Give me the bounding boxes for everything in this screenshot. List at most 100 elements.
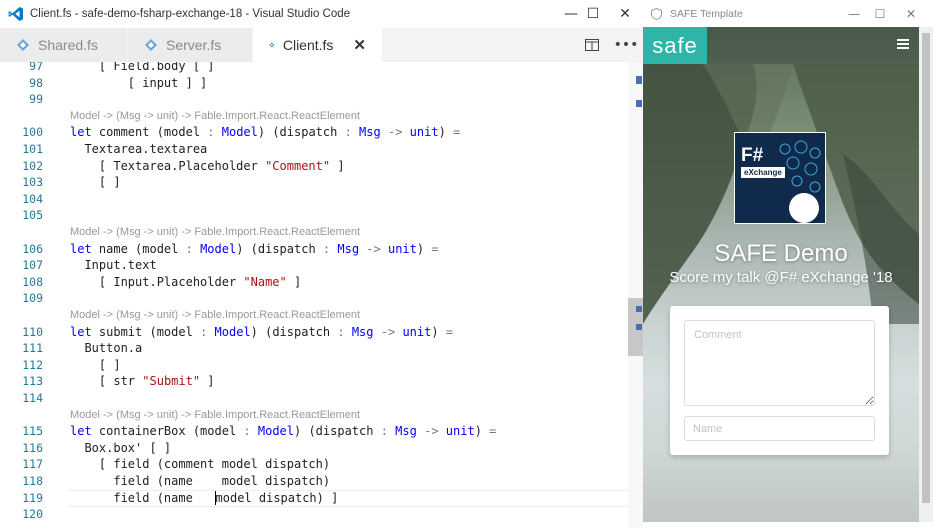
browser-maximize-button[interactable]: ☐ bbox=[865, 0, 895, 27]
browser-scrollbar[interactable] bbox=[919, 27, 933, 522]
line-number: 104 bbox=[22, 191, 43, 206]
codelens-text: Model -> (Msg -> unit) -> Fable.Import.R… bbox=[70, 226, 361, 238]
line-number: 112 bbox=[22, 357, 43, 372]
brand-logo[interactable]: safe bbox=[643, 27, 707, 64]
line-number: 114 bbox=[22, 391, 43, 405]
line-number: 115 bbox=[22, 424, 43, 439]
code-text: [ Textarea.Placeholder "Comment" ] bbox=[98, 158, 345, 173]
line-number: 110 bbox=[22, 324, 43, 339]
form-box bbox=[670, 306, 889, 455]
code-line[interactable]: 115 let containerBox (model : Model) (dis… bbox=[0, 423, 628, 440]
codelens-annotation[interactable]: Model -> (Msg -> unit) -> Fable.Import.R… bbox=[0, 307, 628, 324]
code-line[interactable]: 107 Input.text bbox=[0, 257, 628, 274]
hamburger-menu-icon[interactable] bbox=[897, 39, 909, 49]
more-actions-icon[interactable]: ••• bbox=[609, 28, 643, 62]
codelens-annotation[interactable]: Model -> (Msg -> unit) -> Fable.Import.R… bbox=[0, 108, 628, 125]
code-text: [ Field.body [ ] bbox=[98, 62, 215, 73]
code-line[interactable]: 114 bbox=[0, 390, 628, 407]
window-title: Client.fs - safe-demo-fsharp-exchange-18… bbox=[30, 8, 351, 20]
code-line[interactable]: 97 [ Field.body [ ] bbox=[0, 62, 628, 75]
code-line[interactable]: 113 [ str "Submit" ] bbox=[0, 373, 628, 390]
code-text: let submit (model : Model) (dispatch : M… bbox=[70, 324, 454, 339]
code-line[interactable]: 104 bbox=[0, 191, 628, 208]
tab-server-fs[interactable]: Server.fs bbox=[128, 28, 253, 62]
text-cursor bbox=[214, 491, 216, 506]
close-button[interactable]: ✕ bbox=[607, 0, 643, 28]
code-line[interactable]: 100 let comment (model : Model) (dispatch… bbox=[0, 124, 628, 141]
line-number: 113 bbox=[22, 374, 43, 389]
code-line[interactable]: 118 field (name model dispatch) bbox=[0, 473, 628, 490]
vscode-window: Client.fs - safe-demo-fsharp-exchange-18… bbox=[0, 0, 643, 528]
fsharp-file-icon bbox=[269, 42, 275, 48]
code-text: [ str "Submit" ] bbox=[98, 374, 215, 389]
line-number: 100 bbox=[22, 125, 43, 140]
code-text: Box.box' [ ] bbox=[84, 440, 172, 455]
code-line[interactable]: 101 Textarea.textarea bbox=[0, 141, 628, 158]
code-line[interactable]: 116 Box.box' [ ] bbox=[0, 440, 628, 457]
tab-close-icon[interactable]: ✕ bbox=[353, 36, 366, 54]
overview-ruler-mark bbox=[636, 324, 642, 330]
code-text: [ input ] ] bbox=[127, 75, 208, 90]
line-number: 98 bbox=[29, 75, 43, 90]
hero-title: SAFE Demo bbox=[714, 240, 848, 267]
line-number: 109 bbox=[22, 291, 43, 306]
code-editor[interactable]: 97 [ Field.body [ ] 98 [ input ] ] 99 Model… bbox=[0, 62, 628, 528]
fsharp-file-icon bbox=[17, 39, 29, 51]
browser-close-button[interactable]: ✕ bbox=[896, 0, 926, 27]
line-number: 97 bbox=[29, 62, 43, 73]
overview-ruler-mark bbox=[636, 100, 642, 107]
line-number: 117 bbox=[22, 457, 43, 472]
split-editor-icon[interactable] bbox=[575, 28, 609, 62]
code-line[interactable]: 102 [ Textarea.Placeholder "Comment" ] bbox=[0, 158, 628, 175]
hero-subtitle: Score my talk @F# eXchange '18 bbox=[669, 269, 893, 286]
code-text: [ ] bbox=[98, 357, 121, 372]
code-line[interactable]: 112 [ ] bbox=[0, 357, 628, 374]
codelens-annotation[interactable]: Model -> (Msg -> unit) -> Fable.Import.R… bbox=[0, 407, 628, 424]
code-line[interactable]: 99 bbox=[0, 91, 628, 108]
tab-shared-fs[interactable]: Shared.fs bbox=[0, 28, 128, 62]
code-line[interactable]: 103 [ ] bbox=[0, 174, 628, 191]
line-number: 116 bbox=[22, 440, 43, 455]
codelens-annotation[interactable]: Model -> (Msg -> unit) -> Fable.Import.R… bbox=[0, 224, 628, 241]
poster-subtitle: eXchange bbox=[741, 167, 785, 178]
navbar: safe bbox=[643, 27, 919, 64]
comment-textarea[interactable] bbox=[684, 320, 875, 406]
code-text: let comment (model : Model) (dispatch : … bbox=[70, 125, 461, 140]
code-line[interactable]: 109 bbox=[0, 290, 628, 307]
tab-label: Client.fs bbox=[282, 37, 334, 53]
code-line[interactable]: 106 let name (model : Model) (dispatch : … bbox=[0, 241, 628, 258]
code-line[interactable]: 110 let submit (model : Model) (dispatch … bbox=[0, 324, 628, 341]
code-text: let name (model : Model) (dispatch : Msg… bbox=[70, 241, 439, 256]
code-text: [ ] bbox=[98, 175, 121, 190]
code-line[interactable]: 108 [ Input.Placeholder "Name" ] bbox=[0, 274, 628, 291]
line-number: 105 bbox=[22, 208, 43, 223]
name-input[interactable] bbox=[684, 416, 875, 441]
line-number: 106 bbox=[22, 241, 43, 256]
code-text: Button.a bbox=[84, 341, 143, 356]
line-number: 118 bbox=[22, 474, 43, 488]
overview-ruler-mark bbox=[636, 306, 642, 312]
code-line[interactable]: 111 Button.a bbox=[0, 340, 628, 357]
maximize-button[interactable]: ☐ bbox=[575, 0, 611, 28]
line-number: 101 bbox=[22, 142, 43, 156]
line-number: 108 bbox=[22, 274, 43, 289]
poster-date-badge bbox=[789, 193, 819, 223]
tab-label: Server.fs bbox=[166, 37, 222, 53]
line-number: 99 bbox=[29, 92, 43, 107]
line-number: 111 bbox=[22, 341, 43, 356]
code-text: [ field (comment model dispatch) bbox=[98, 457, 331, 472]
browser-scrollbar-thumb[interactable] bbox=[922, 33, 930, 503]
code-line[interactable]: 117 [ field (comment model dispatch) bbox=[0, 456, 628, 473]
web-page: safe F# eXchange SAFE Demo Score my talk… bbox=[643, 27, 919, 522]
code-line[interactable]: 105 bbox=[0, 207, 628, 224]
fsharp-file-icon bbox=[145, 39, 157, 51]
page-icon bbox=[651, 7, 662, 20]
editor-scrollbar[interactable] bbox=[628, 62, 643, 528]
tab-client-fs[interactable]: Client.fs ✕ bbox=[253, 28, 383, 62]
code-line[interactable]: 119 field (name model dispatch) ] bbox=[0, 489, 628, 507]
code-line[interactable]: 120 bbox=[0, 506, 628, 523]
vscode-titlebar: Client.fs - safe-demo-fsharp-exchange-18… bbox=[0, 0, 643, 28]
vscode-logo-icon bbox=[8, 7, 23, 21]
code-line[interactable]: 98 [ input ] ] bbox=[0, 75, 628, 92]
code-text: field (name model dispatch) ] bbox=[113, 490, 339, 506]
